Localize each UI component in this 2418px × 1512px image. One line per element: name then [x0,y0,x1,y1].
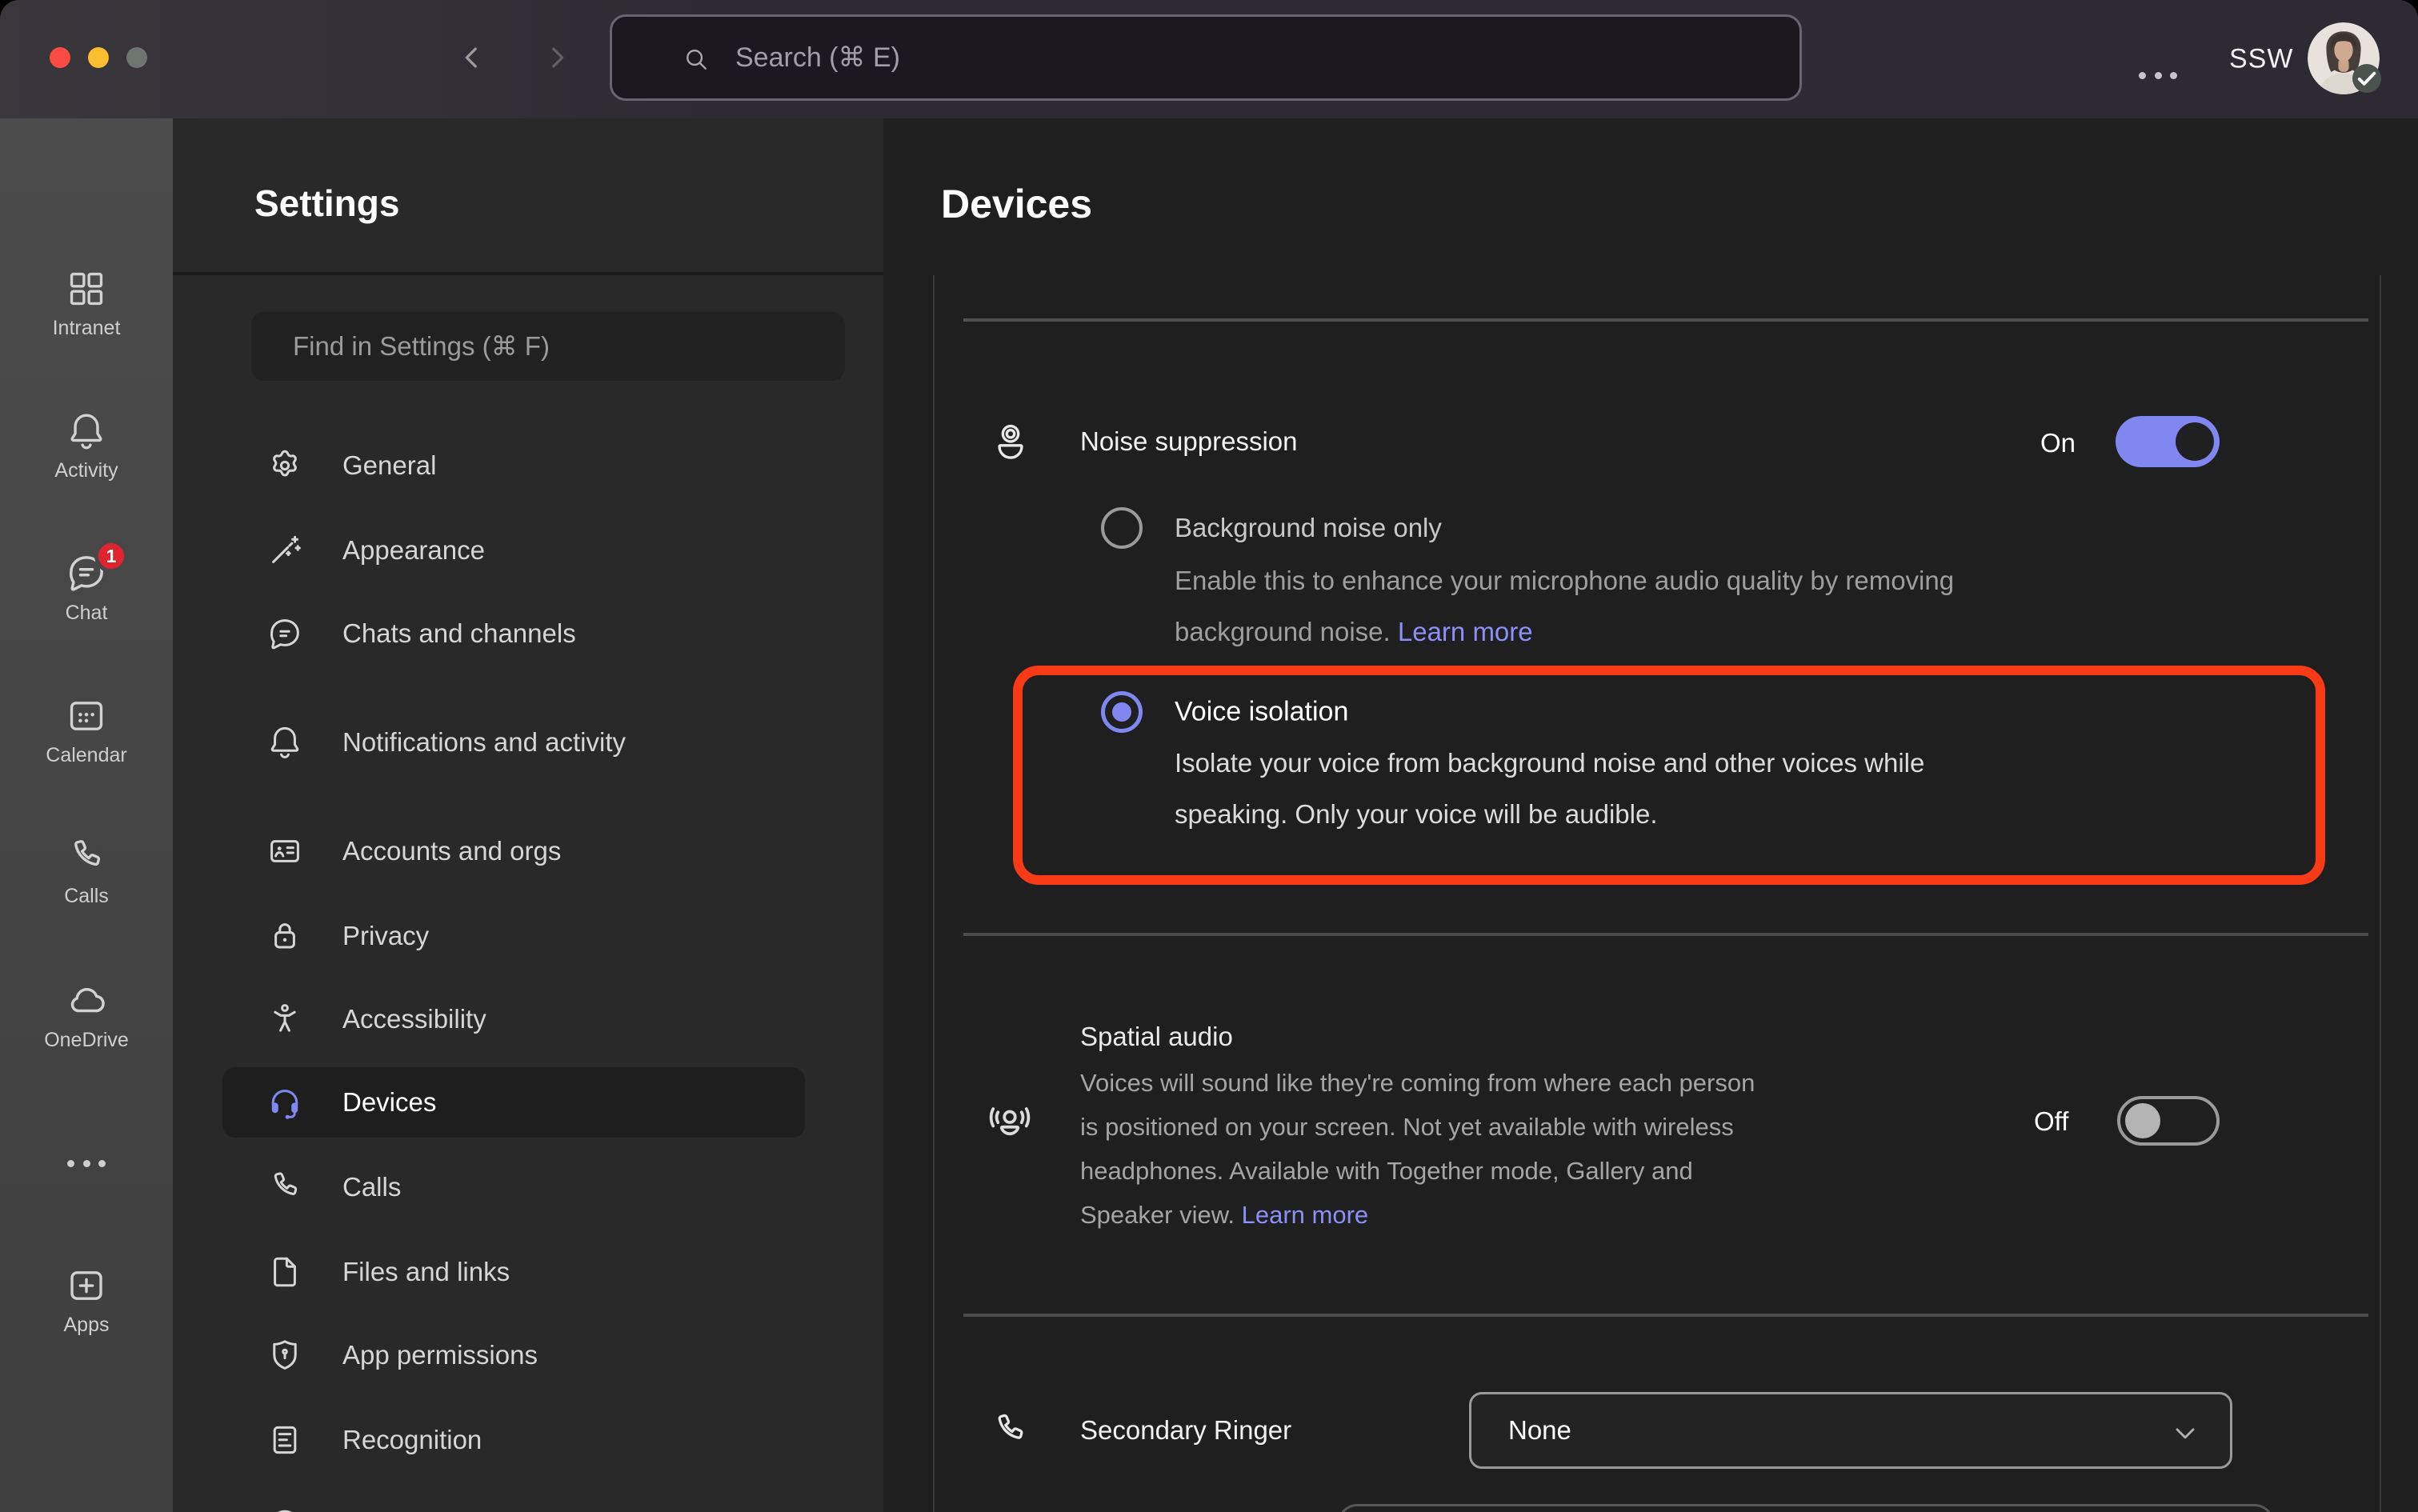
background-noise-only-description: Enable this to enhance your microphone a… [1175,555,1954,658]
background-noise-only-radio[interactable] [1101,507,1143,549]
section-divider-middle [963,933,2368,936]
headset-icon [266,1083,304,1122]
page-title: Devices [941,181,1092,227]
panel-header-divider [173,272,883,275]
secondary-ringer-dropdown[interactable]: None [1469,1392,2232,1469]
nav-item-devices[interactable]: Devices [222,1067,805,1138]
spatial-audio-description: Voices will sound like they're coming fr… [1080,1061,1755,1237]
grid-icon [65,267,108,310]
nav-item-calls[interactable]: Calls [222,1152,805,1222]
nav-item-partial[interactable] [222,1490,805,1512]
rail-item-intranet[interactable]: Intranet [0,267,173,340]
annotation-box [1013,666,2325,885]
close-button[interactable] [50,47,70,68]
nav-item-notifications[interactable]: Notifications and activity [222,707,805,778]
rail-item-onedrive[interactable]: OneDrive [0,978,173,1052]
rail-item-apps[interactable]: Apps [0,1264,173,1337]
nav-item-chats-and-channels[interactable]: Chats and channels [222,598,805,669]
bell-icon [266,723,304,762]
nav-item-app-permissions[interactable]: App permissions [222,1320,805,1390]
more-options-button[interactable] [2135,56,2181,86]
spatial-audio-toggle[interactable] [2117,1096,2220,1146]
dropdown-value: None [1508,1415,1571,1446]
circle-icon [266,1506,304,1512]
rail-item-calendar[interactable]: Calendar [0,694,173,767]
check-icon [2352,64,2381,93]
noise-suppression-label: Noise suppression [1080,426,1297,457]
rail-item-activity[interactable]: Activity [0,410,173,482]
cloud-icon [64,978,109,1022]
spatial-audio-label: Spatial audio [1080,1022,1233,1052]
chevron-right-icon [541,42,573,74]
nav-item-accounts[interactable]: Accounts and orgs [222,816,805,886]
bell-icon [65,410,108,453]
back-button[interactable] [456,42,488,74]
search-input[interactable]: Search (⌘ E) [610,14,1802,101]
spatial-audio-state: Off [2034,1106,2068,1137]
section-divider-top [963,318,2368,322]
devices-settings-content: Devices Noise suppression On Background … [883,118,2418,1512]
find-in-settings-input[interactable]: Find in Settings (⌘ F) [251,312,845,381]
app-rail: Intranet Activity 1 Chat Calendar [0,118,173,1512]
ellipsis-icon [63,1144,110,1173]
chevron-down-icon [2169,1417,2201,1449]
noise-suppression-icon [989,419,1032,462]
forward-button[interactable] [541,42,573,74]
nav-item-appearance[interactable]: Appearance [222,515,805,586]
nav-item-files-and-links[interactable]: Files and links [222,1237,805,1307]
note-icon [266,1421,304,1459]
noise-suppression-toggle[interactable] [2116,416,2220,467]
rail-item-chat[interactable]: 1 Chat [0,550,173,625]
presence-badge [2352,64,2381,93]
minimize-button[interactable] [88,47,109,68]
learn-more-link[interactable]: Learn more [1242,1201,1369,1229]
find-placeholder: Find in Settings (⌘ F) [293,331,550,361]
nav-item-privacy[interactable]: Privacy [222,901,805,971]
settings-title: Settings [254,182,399,225]
chat-unread-badge: 1 [94,539,128,573]
nav-item-general[interactable]: General [222,430,805,501]
phone-icon [266,1168,304,1206]
chat-bubble-icon [266,614,304,653]
spatial-audio-icon [986,1098,1034,1146]
secondary-ringer-label: Secondary Ringer [1080,1415,1291,1446]
rail-item-calls[interactable]: Calls [0,835,173,908]
rail-more-button[interactable] [0,1144,173,1176]
file-icon [266,1253,304,1291]
lock-icon [266,917,304,955]
card-left-border [933,275,935,1512]
background-noise-only-label[interactable]: Background noise only [1175,513,1442,543]
partial-card-edge [1338,1504,2274,1512]
tenant-label: SSW [2229,44,2293,75]
section-divider-bottom [963,1314,2368,1317]
chevron-left-icon [456,42,488,74]
card-right-border [2380,275,2381,1512]
teams-settings-window: Search (⌘ E) SSW Intranet [0,0,2418,1512]
accessibility-icon [266,1000,304,1038]
secondary-ringer-icon [989,1410,1031,1451]
settings-nav-panel: Settings Find in Settings (⌘ F) General … [173,118,883,1512]
id-card-icon [266,832,304,870]
search-icon [681,44,711,74]
calendar-icon [65,694,108,738]
gear-icon [266,446,304,485]
shield-icon [266,1336,304,1374]
apps-plus-icon [65,1264,108,1307]
learn-more-link[interactable]: Learn more [1398,617,1533,646]
phone-icon [65,835,108,878]
fullscreen-button[interactable] [126,47,147,68]
search-placeholder: Search (⌘ E) [735,42,900,74]
wand-icon [266,531,304,570]
nav-item-accessibility[interactable]: Accessibility [222,984,805,1054]
noise-suppression-state: On [2040,428,2076,458]
title-bar: Search (⌘ E) SSW [0,0,2418,118]
nav-item-recognition[interactable]: Recognition [222,1405,805,1475]
